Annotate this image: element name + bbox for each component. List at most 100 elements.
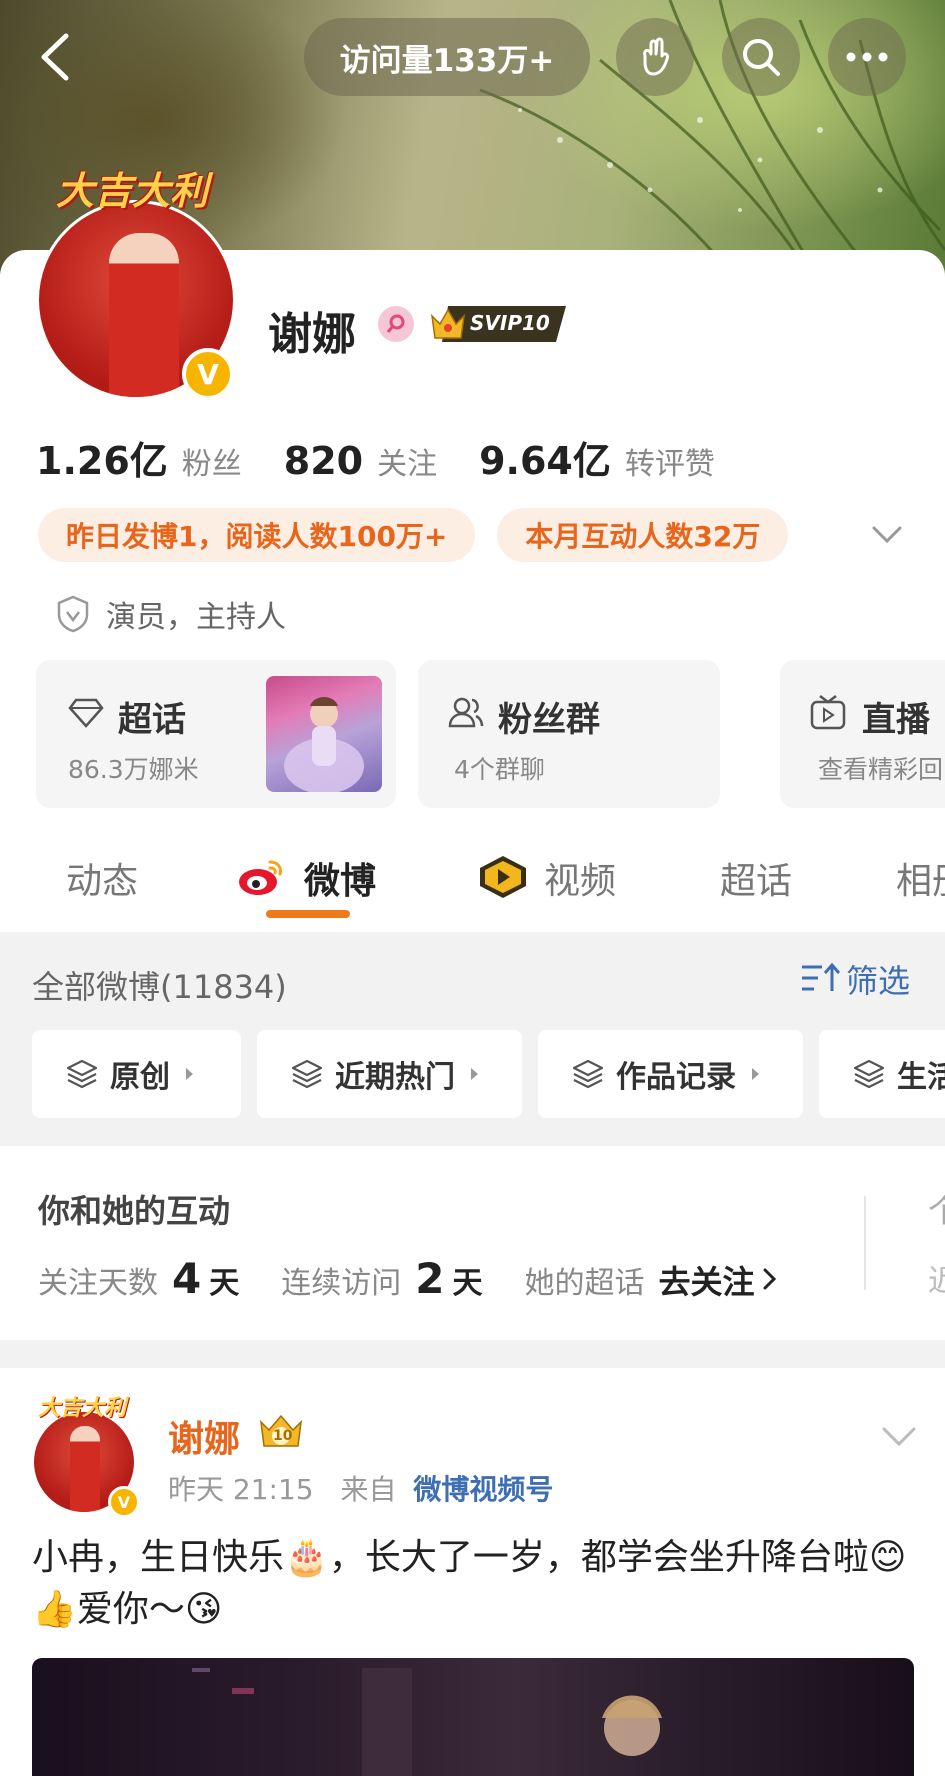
activity-tags: 昨日发博1，阅读人数100万+ 本月互动人数32万	[38, 508, 810, 562]
category-chips: 原创 近期热门 作品记录 生活	[32, 1030, 945, 1120]
top-bar: 访问量133万+	[0, 0, 945, 115]
layers-icon	[572, 1059, 604, 1089]
search-icon	[743, 39, 780, 76]
more-button[interactable]	[828, 18, 906, 96]
tag-monthly-interactions[interactable]: 本月互动人数32万	[497, 508, 789, 562]
diamond-icon	[68, 698, 104, 728]
feature-live-sub: 查看精彩回	[818, 755, 944, 784]
layers-icon	[291, 1059, 323, 1089]
tab-album[interactable]: 相册	[896, 852, 945, 904]
shield-icon	[57, 595, 89, 633]
profile-avatar[interactable]: 大吉大利 V	[36, 160, 236, 400]
interaction-stats: 关注天数 4 天 连续访问 2 天 她的超话 去关注	[38, 1254, 780, 1303]
profile-tabs: 动态 微博 视频 超话 相册	[0, 830, 945, 930]
wave-hand-icon	[643, 37, 669, 76]
interaction-title: 你和她的互动	[38, 1192, 231, 1230]
post-crown-badge[interactable]: 10	[258, 1412, 304, 1450]
verified-badge: V	[182, 348, 234, 400]
feature-fan-groups-title: 粉丝群	[498, 700, 600, 740]
feature-live-title: 直播	[862, 700, 930, 740]
profile-name: 谢娜	[268, 309, 356, 360]
layers-icon	[853, 1059, 885, 1089]
tv-icon	[810, 695, 846, 730]
visit-streak-label: 连续访问	[281, 1266, 402, 1301]
group-icon	[448, 697, 484, 728]
back-button[interactable]	[30, 22, 86, 92]
wave-button[interactable]	[616, 18, 694, 96]
chip-works[interactable]: 作品记录	[538, 1030, 803, 1118]
fans-count[interactable]: 1.26亿	[36, 430, 168, 485]
active-tab-indicator	[266, 910, 350, 918]
feature-fan-groups-sub: 4个群聊	[454, 755, 545, 784]
post-meta: 昨天 21:15 来自 微博视频号	[168, 1468, 553, 1508]
chip-life[interactable]: 生活	[819, 1030, 945, 1118]
female-icon	[378, 306, 414, 342]
chip-original[interactable]: 原创	[32, 1030, 241, 1118]
supertopic-label: 她的超话	[524, 1266, 645, 1301]
feature-supertopic-sub: 86.3万娜米	[68, 755, 199, 784]
tab-weibo[interactable]: 微博	[304, 852, 376, 904]
tags-expand-button[interactable]	[870, 520, 904, 550]
weibo-post: 大吉大利 V 谢娜 10 昨天 21:15 来自 微博视频号 小冉，生日快乐🎂，…	[0, 1368, 945, 1776]
post-text: 小冉，生日快乐🎂，长大了一岁，都学会坐升降台啦😊👍爱你～😘	[32, 1537, 907, 1630]
post-time: 昨天 21:15	[168, 1473, 314, 1506]
feature-live[interactable]: 直播 查看精彩回	[780, 660, 945, 808]
profile-stats: 1.26亿 粉丝 820 关注 9.64亿 转评赞	[36, 430, 757, 483]
post-author-name[interactable]: 谢娜	[168, 1410, 240, 1462]
interaction-next-card-title[interactable]: 个	[928, 1186, 945, 1232]
feature-cards: 超话 86.3万娜米 粉丝群 4个群聊 直播 查看精彩回	[36, 660, 945, 808]
filter-icon	[802, 962, 840, 991]
weibo-logo-icon	[239, 860, 282, 895]
post-source-link[interactable]: 微博视频号	[413, 1473, 553, 1506]
supertopic-thumbnail	[266, 676, 382, 792]
identity-row: 演员，主持人	[56, 592, 286, 636]
avatar-figure	[109, 233, 179, 397]
feature-fan-groups[interactable]: 粉丝群 4个群聊	[418, 660, 720, 808]
follow-days-unit: 天	[209, 1266, 240, 1301]
section-gap	[0, 1340, 945, 1368]
weibo-filter-section: 全部微博(11834) 筛选 原创 近期热门 作品记录 生活	[0, 932, 945, 1146]
follow-supertopic-link[interactable]: 去关注	[658, 1257, 754, 1303]
feature-supertopic[interactable]: 超话 86.3万娜米	[36, 660, 396, 808]
tab-activity[interactable]: 动态	[66, 852, 138, 904]
chevron-down-icon	[872, 526, 902, 544]
chip-recent-hot[interactable]: 近期热门	[257, 1030, 522, 1118]
post-author-avatar[interactable]: 大吉大利 V	[34, 1390, 140, 1518]
layers-icon	[66, 1059, 98, 1089]
chip-original-label: 原创	[110, 1060, 170, 1095]
likes-count: 9.64亿	[479, 439, 611, 483]
post-menu-button[interactable]	[880, 1424, 918, 1450]
feature-supertopic-title: 超话	[118, 700, 186, 740]
more-icon	[846, 52, 888, 62]
follow-days-value: 4	[172, 1254, 202, 1303]
filter-button[interactable]: 筛选	[800, 956, 910, 1002]
fans-label[interactable]: 粉丝	[182, 439, 242, 483]
chevron-right-icon	[471, 1068, 478, 1080]
back-arrow-icon	[41, 33, 69, 81]
filter-label: 筛选	[846, 962, 911, 1000]
visit-streak-unit: 天	[452, 1266, 483, 1301]
post-verified-badge: V	[108, 1486, 140, 1518]
visits-count-pill[interactable]: 访问量133万+	[304, 18, 590, 96]
following-label[interactable]: 关注	[377, 439, 437, 483]
post-video-thumbnail[interactable]	[32, 1658, 914, 1776]
search-button[interactable]	[722, 18, 800, 96]
tag-daily-posts[interactable]: 昨日发博1，阅读人数100万+	[38, 508, 476, 562]
svip-badge[interactable]: SVIP10	[428, 304, 574, 344]
chip-life-label: 生活	[897, 1060, 945, 1095]
likes-label: 转评赞	[624, 447, 715, 482]
tab-supertopic[interactable]: 超话	[720, 852, 792, 904]
visit-streak-value: 2	[415, 1254, 445, 1303]
chip-recent-hot-label: 近期热门	[335, 1060, 455, 1095]
interaction-next-card-sub: 近	[928, 1264, 945, 1299]
identity-text: 演员，主持人	[106, 600, 286, 635]
visits-label: 访问量133万+	[339, 42, 555, 79]
all-weibo-count: 全部微博(11834)	[32, 968, 287, 1006]
following-count[interactable]: 820	[284, 439, 363, 483]
video-play-icon	[480, 856, 526, 898]
tab-video[interactable]: 视频	[544, 852, 616, 904]
chevron-down-icon	[882, 1427, 916, 1447]
post-source-prefix: 来自	[340, 1473, 397, 1506]
chevron-right-icon[interactable]	[760, 1265, 780, 1293]
post-crown-level: 10	[273, 1428, 293, 1444]
